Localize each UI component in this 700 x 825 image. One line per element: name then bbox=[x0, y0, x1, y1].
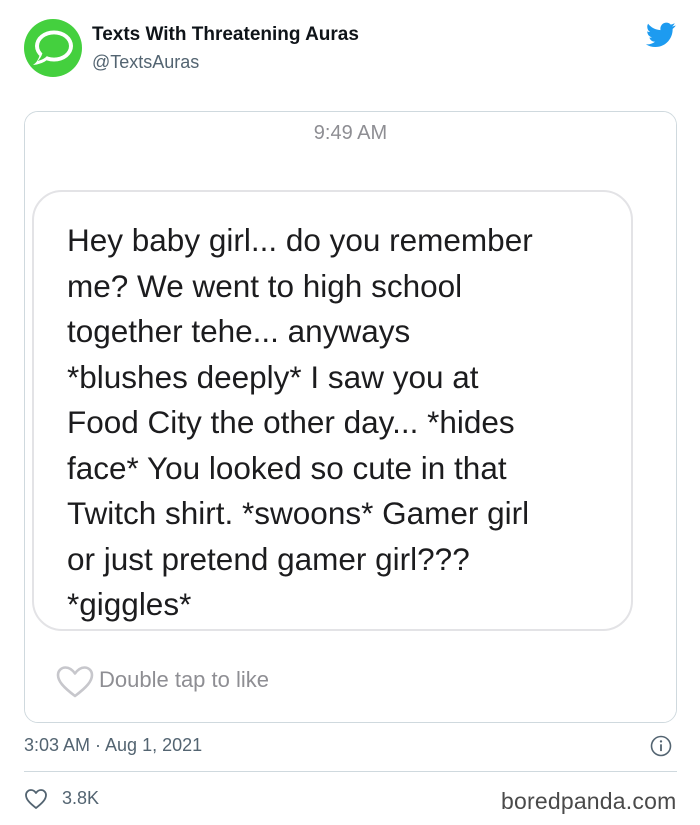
info-icon[interactable] bbox=[650, 735, 672, 757]
tweet-timestamp[interactable]: 3:03 AM · Aug 1, 2021 bbox=[24, 735, 202, 756]
watermark: boredpanda.com bbox=[501, 788, 677, 814]
twitter-bird-icon[interactable] bbox=[646, 22, 676, 48]
heart-outline-icon bbox=[56, 666, 94, 698]
message-text: Hey baby girl... do you remember me? We … bbox=[67, 222, 533, 622]
double-tap-label: Double tap to like bbox=[99, 667, 269, 692]
author-handle[interactable]: @TextsAuras bbox=[92, 52, 199, 73]
like-count: 3.8K bbox=[62, 788, 100, 808]
divider bbox=[24, 771, 677, 772]
avatar[interactable] bbox=[24, 19, 82, 77]
author-display-name[interactable]: Texts With Threatening Auras bbox=[92, 24, 359, 46]
heart-icon[interactable] bbox=[24, 788, 48, 810]
tweet-header: Texts With Threatening Auras @TextsAuras bbox=[24, 18, 684, 80]
text-message-screenshot: 9:49 AM Hey baby girl... do you remember… bbox=[25, 112, 676, 722]
message-time: 9:49 AM bbox=[313, 122, 388, 144]
tweet-media[interactable]: 9:49 AM Hey baby girl... do you remember… bbox=[24, 111, 677, 723]
message-bubble-icon bbox=[33, 30, 73, 65]
message-bubble: Hey baby girl... do you remember me? We … bbox=[32, 190, 633, 631]
